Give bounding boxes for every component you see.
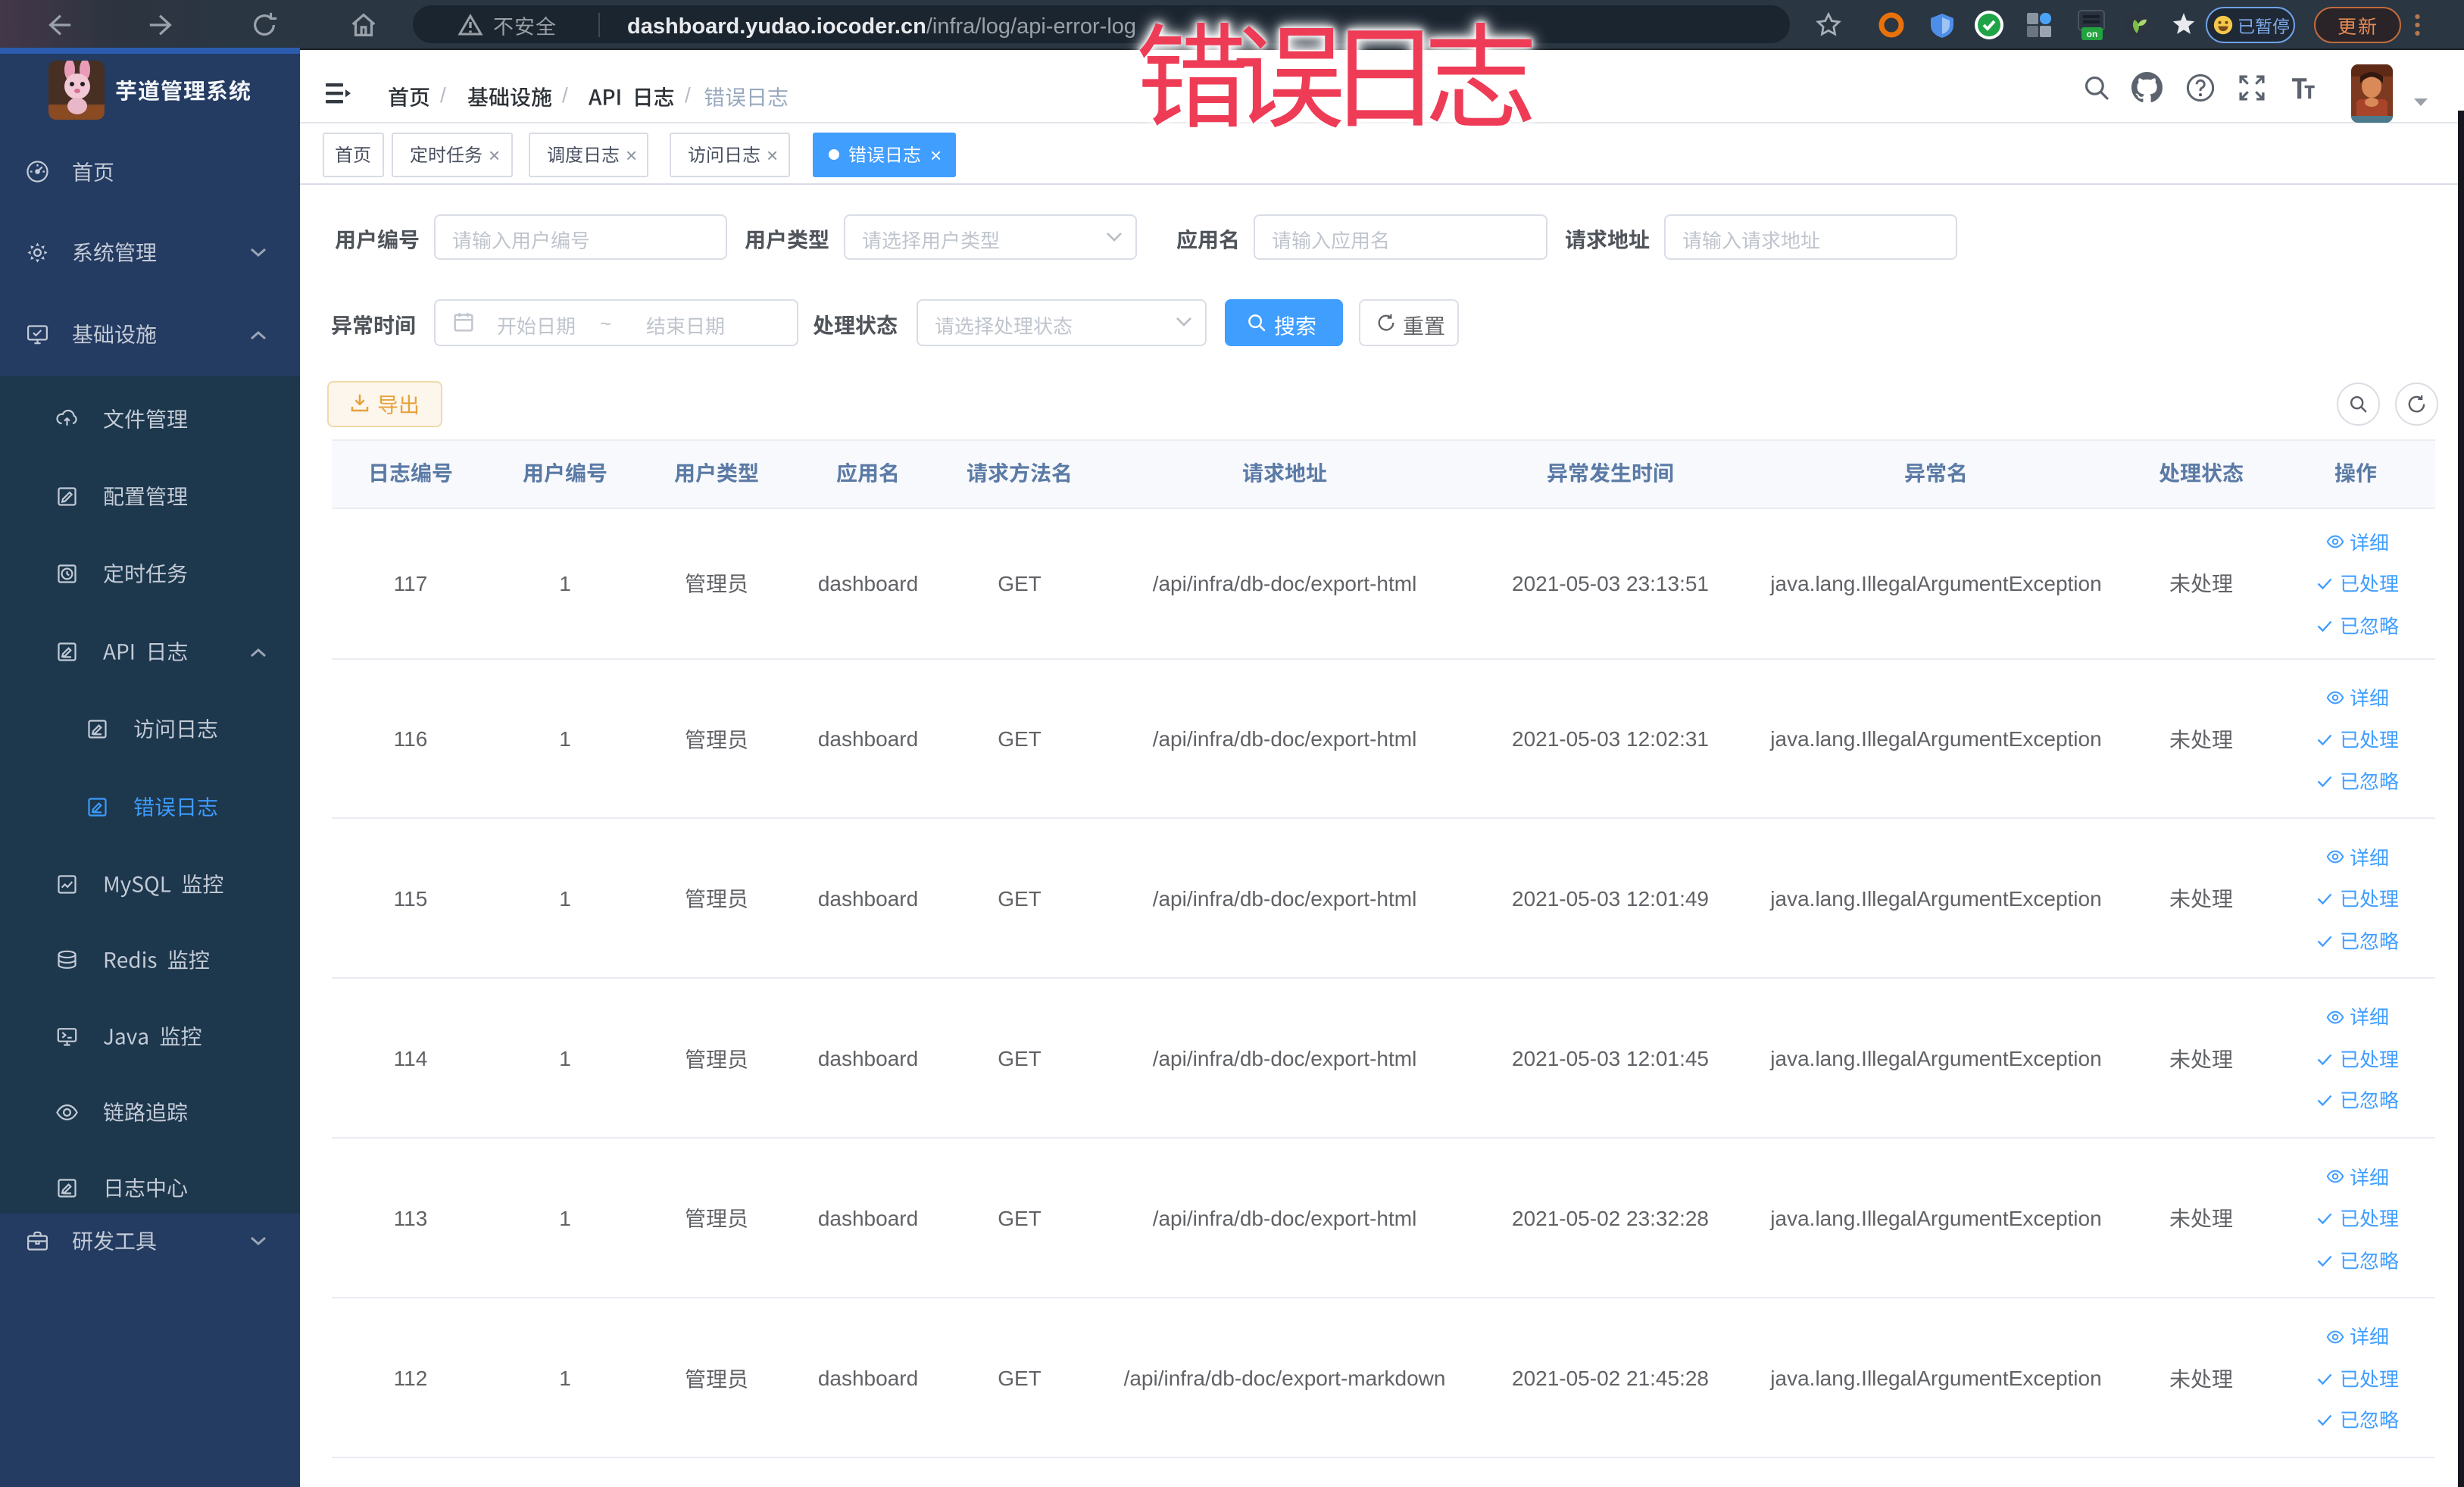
svg-text:on: on [2087,29,2098,39]
